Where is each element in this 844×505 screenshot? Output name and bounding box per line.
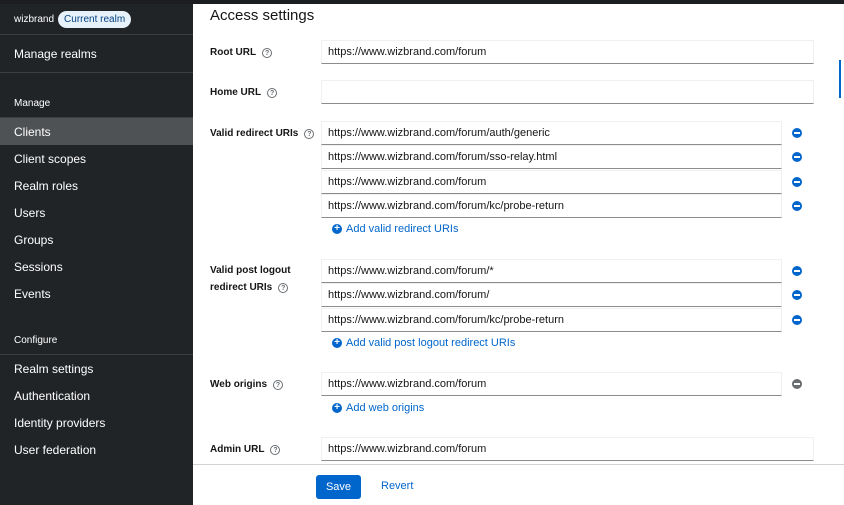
sidebar-item-manage-realms[interactable]: Manage realms — [0, 35, 193, 73]
add-post-logout-uri-link[interactable]: + Add valid post logout redirect URIs — [332, 337, 515, 349]
page-title: Access settings — [210, 7, 315, 24]
sidebar-item-users[interactable]: Users — [0, 199, 193, 226]
remove-web-origin-button[interactable] — [792, 379, 802, 389]
section-title-configure: Configure — [14, 335, 58, 346]
sidebar: wizbrand Current realm Manage realms Man… — [0, 4, 193, 505]
post-logout-uri-value: https://www.wizbrand.com/forum/kc/probe-… — [328, 314, 564, 326]
revert-button[interactable]: Revert — [381, 480, 413, 492]
help-icon[interactable]: ? — [304, 129, 315, 139]
sidebar-item-realm-settings[interactable]: Realm settings — [0, 355, 193, 382]
sidebar-item-groups[interactable]: Groups — [0, 226, 193, 253]
sidebar-item-client-scopes[interactable]: Client scopes — [0, 145, 193, 172]
current-realm-badge: Current realm — [58, 10, 132, 28]
redirect-uri-input[interactable]: https://www.wizbrand.com/forum/sso-relay… — [321, 145, 782, 169]
sidebar-item-identity-providers[interactable]: Identity providers — [0, 409, 193, 436]
post-logout-label-line2: redirect URIs — [210, 282, 273, 293]
plus-circle-icon: + — [332, 224, 342, 234]
redirect-uri-value: https://www.wizbrand.com/forum/auth/gene… — [328, 127, 550, 139]
help-icon[interactable]: ? — [267, 88, 278, 98]
web-origins-label: Web origins ? — [210, 377, 284, 393]
remove-redirect-uri-button[interactable] — [792, 128, 802, 138]
help-icon[interactable]: ? — [262, 48, 273, 58]
plus-circle-icon: + — [332, 338, 342, 348]
post-logout-label-2: redirect URIs ? — [210, 280, 289, 296]
admin-url-value: https://www.wizbrand.com/forum — [328, 443, 487, 455]
redirect-uri-value: https://www.wizbrand.com/forum — [328, 176, 487, 188]
sidebar-item-sessions[interactable]: Sessions — [0, 253, 193, 280]
help-icon[interactable]: ? — [278, 283, 289, 293]
remove-post-logout-uri-button[interactable] — [792, 315, 802, 325]
web-origin-value: https://www.wizbrand.com/forum — [328, 378, 487, 390]
web-origins-label-text: Web origins — [210, 379, 268, 390]
remove-post-logout-uri-button[interactable] — [792, 290, 802, 300]
main-content: Access settings Root URL ? https://www.w… — [193, 4, 844, 505]
sidebar-item-realm-roles[interactable]: Realm roles — [0, 172, 193, 199]
post-logout-uri-input[interactable]: https://www.wizbrand.com/forum/kc/probe-… — [321, 308, 782, 332]
root-url-label: Root URL ? — [210, 45, 273, 61]
remove-post-logout-uri-button[interactable] — [792, 266, 802, 276]
admin-url-input[interactable]: https://www.wizbrand.com/forum — [321, 437, 814, 461]
post-logout-uri-value: https://www.wizbrand.com/forum/ — [328, 289, 490, 301]
root-url-value: https://www.wizbrand.com/forum — [328, 46, 487, 58]
redirect-uri-input[interactable]: https://www.wizbrand.com/forum — [321, 170, 782, 194]
post-logout-uri-value: https://www.wizbrand.com/forum/* — [328, 265, 494, 277]
redirect-uris-label-text: Valid redirect URIs — [210, 128, 299, 139]
remove-redirect-uri-button[interactable] — [792, 201, 802, 211]
help-icon[interactable]: ? — [270, 445, 281, 455]
remove-redirect-uri-button[interactable] — [792, 177, 802, 187]
add-redirect-uri-label: Add valid redirect URIs — [346, 223, 459, 235]
scroll-indicator[interactable] — [839, 60, 841, 98]
add-web-origin-label: Add web origins — [346, 402, 425, 414]
add-web-origin-link[interactable]: + Add web origins — [332, 402, 424, 414]
admin-url-label: Admin URL ? — [210, 442, 281, 458]
post-logout-uri-input[interactable]: https://www.wizbrand.com/forum/* — [321, 259, 782, 283]
sidebar-item-user-federation[interactable]: User federation — [0, 436, 193, 463]
section-title-manage: Manage — [14, 98, 51, 109]
redirect-uri-input[interactable]: https://www.wizbrand.com/forum/kc/probe-… — [321, 194, 782, 218]
post-logout-uri-input[interactable]: https://www.wizbrand.com/forum/ — [321, 283, 782, 307]
redirect-uri-value: https://www.wizbrand.com/forum/kc/probe-… — [328, 200, 564, 212]
home-url-label: Home URL ? — [210, 85, 278, 101]
post-logout-label-line1: Valid post logout — [210, 265, 291, 276]
admin-url-label-text: Admin URL — [210, 444, 265, 455]
root-url-input[interactable]: https://www.wizbrand.com/forum — [321, 40, 814, 64]
sidebar-item-events[interactable]: Events — [0, 280, 193, 307]
redirect-uris-label: Valid redirect URIs ? — [210, 126, 315, 142]
post-logout-label: Valid post logout — [210, 263, 291, 279]
realm-name: wizbrand — [14, 13, 55, 25]
save-button[interactable]: Save — [316, 475, 361, 499]
web-origin-input[interactable]: https://www.wizbrand.com/forum — [321, 372, 782, 396]
sidebar-item-clients[interactable]: Clients — [0, 118, 193, 145]
form-footer: Save Revert — [193, 464, 844, 505]
redirect-uri-value: https://www.wizbrand.com/forum/sso-relay… — [328, 151, 558, 163]
add-post-logout-uri-label: Add valid post logout redirect URIs — [346, 337, 516, 349]
home-url-label-text: Home URL — [210, 87, 262, 98]
help-icon[interactable]: ? — [273, 380, 284, 390]
sidebar-item-authentication[interactable]: Authentication — [0, 382, 193, 409]
redirect-uri-input[interactable]: https://www.wizbrand.com/forum/auth/gene… — [321, 121, 782, 145]
root-url-label-text: Root URL — [210, 47, 257, 58]
add-redirect-uri-link[interactable]: + Add valid redirect URIs — [332, 223, 459, 235]
home-url-input[interactable] — [321, 80, 814, 104]
plus-circle-icon: + — [332, 403, 342, 413]
realm-selector[interactable]: wizbrand Current realm — [0, 4, 193, 35]
remove-redirect-uri-button[interactable] — [792, 152, 802, 162]
